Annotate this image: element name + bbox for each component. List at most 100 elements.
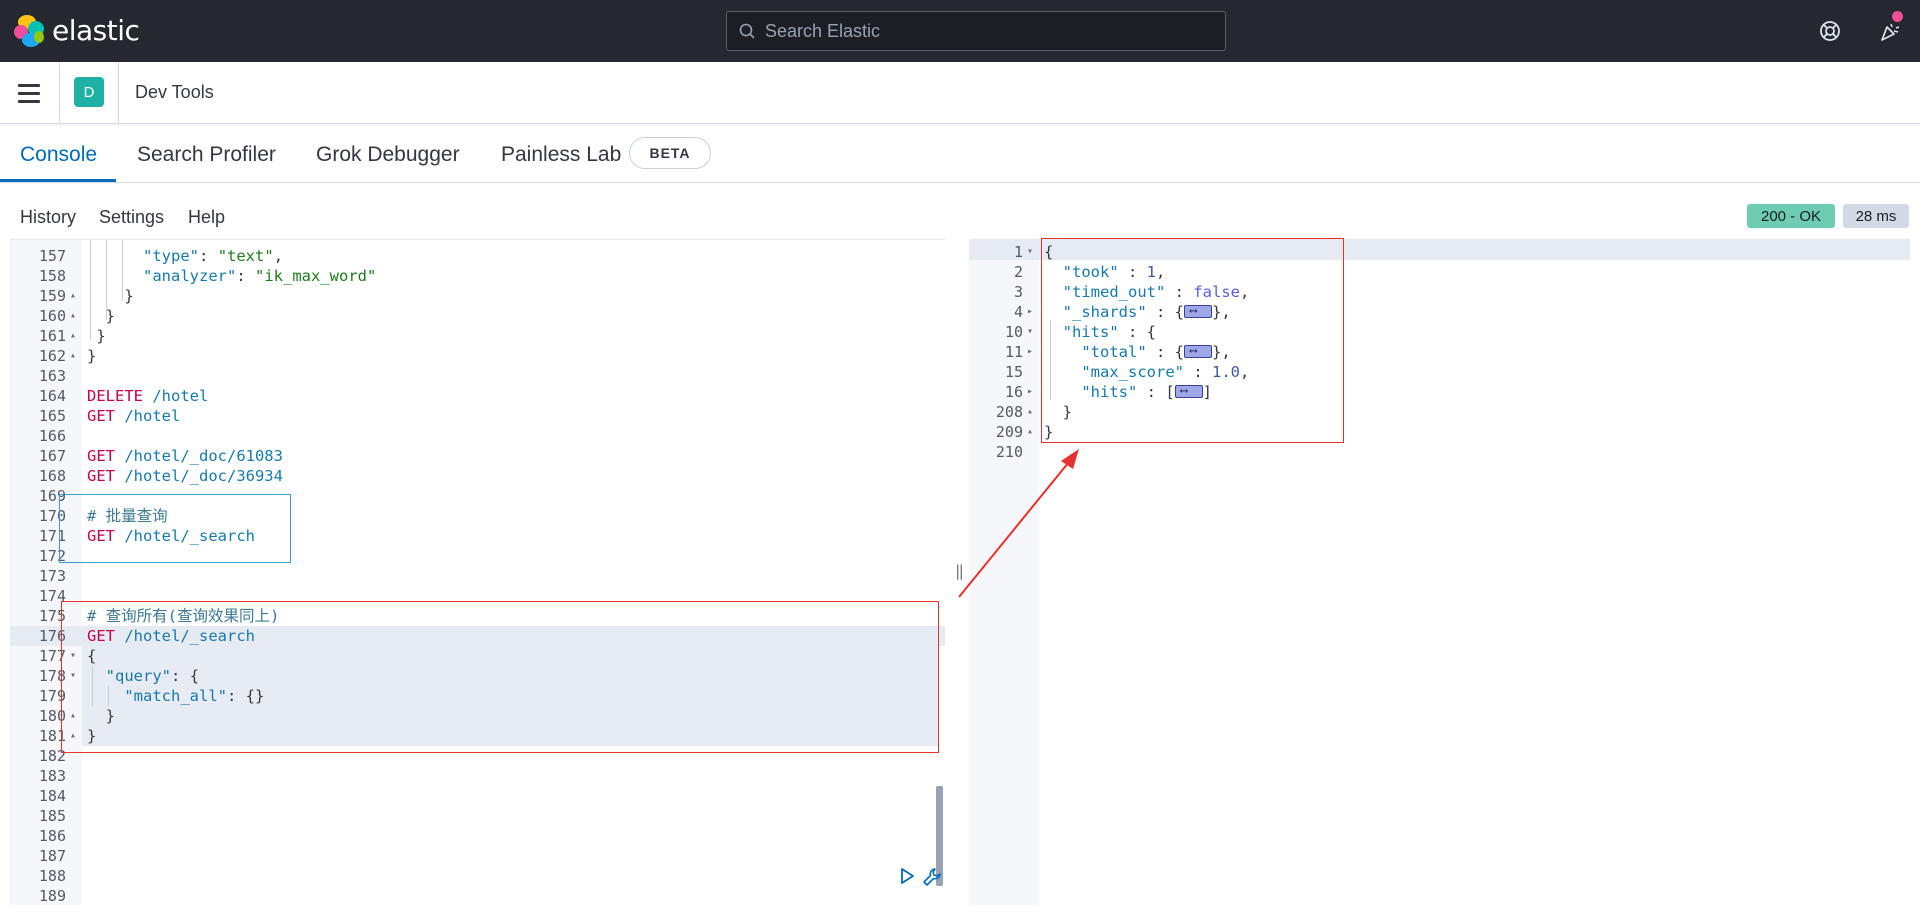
- news-feed-button[interactable]: [1876, 11, 1904, 45]
- fold-toggle-icon[interactable]: ▴: [1027, 422, 1037, 442]
- code-line[interactable]: 161 ▴ }: [10, 326, 945, 346]
- code-line[interactable]: 184: [10, 786, 945, 806]
- tab-search-profiler[interactable]: Search Profiler: [137, 143, 276, 167]
- code-line[interactable]: 162 ▴}: [10, 346, 945, 366]
- code-text: {: [87, 647, 97, 665]
- fold-toggle-icon[interactable]: ▴: [70, 306, 80, 326]
- took-value: 1: [1146, 263, 1157, 281]
- code-line[interactable]: 187: [10, 846, 945, 866]
- code-line[interactable]: 174: [10, 586, 945, 606]
- output-line: 16▸ "hits" : []: [969, 381, 1910, 402]
- code-line[interactable]: 173: [10, 566, 945, 586]
- search-icon: [739, 23, 755, 39]
- line-number: 179: [38, 687, 66, 705]
- code-text: "query": {: [105, 667, 200, 685]
- code-line[interactable]: 163: [10, 366, 945, 386]
- code-line[interactable]: 169: [10, 486, 945, 506]
- code-line[interactable]: 160 ▴ }: [10, 306, 945, 326]
- code-line[interactable]: 158 "analyzer": "ik_max_word": [10, 266, 945, 286]
- space-avatar[interactable]: D: [74, 77, 104, 107]
- code-line[interactable]: 179 "match_all": {}: [10, 686, 945, 706]
- line-number: 189: [38, 887, 66, 905]
- line-number: 188: [38, 867, 66, 885]
- code-line[interactable]: 177 ▾ {: [10, 646, 945, 666]
- wrench-icon[interactable]: [922, 867, 942, 887]
- play-icon[interactable]: [898, 867, 916, 885]
- elastic-logo-icon: [14, 14, 46, 47]
- line-number: 3: [1013, 283, 1023, 301]
- help-link[interactable]: Help: [188, 207, 225, 228]
- code-text: }: [96, 327, 106, 345]
- fold-toggle-icon[interactable]: ▴: [1027, 402, 1037, 422]
- code-line[interactable]: 165 GET /hotel: [10, 406, 945, 426]
- code-line[interactable]: 181 ▴}: [10, 726, 945, 746]
- line-number: 180: [38, 707, 66, 725]
- output-line: 2 "took" : 1,: [969, 262, 1910, 282]
- code-line[interactable]: 183: [10, 766, 945, 786]
- breadcrumb-title: Dev Tools: [135, 82, 214, 102]
- code-line[interactable]: 178 ▾ "query": {: [10, 666, 945, 686]
- output-line: 208 ▴ }: [969, 402, 1910, 422]
- help-button[interactable]: [1816, 17, 1844, 45]
- fold-toggle-icon[interactable]: ▴: [70, 326, 80, 346]
- code-line[interactable]: 175 # 查询所有(查询效果同上): [10, 606, 945, 626]
- line-number: 160: [38, 307, 66, 325]
- code-line[interactable]: 171 GET /hotel/_search: [10, 526, 945, 546]
- settings-link[interactable]: Settings: [99, 207, 164, 228]
- menu-toggle-button[interactable]: [18, 80, 44, 106]
- code-line[interactable]: 186: [10, 826, 945, 846]
- fold-toggle-icon[interactable]: ▾: [70, 666, 80, 686]
- brand-name: elastic: [52, 14, 140, 47]
- code-line[interactable]: 159 ▴ }: [10, 286, 945, 306]
- code-line[interactable]: 166: [10, 426, 945, 446]
- output-text: "max_score" : 1.0,: [1081, 363, 1250, 381]
- line-number: 170: [38, 507, 66, 525]
- line-number: 175: [38, 607, 66, 625]
- code-text: GET /hotel/_doc/61083: [87, 447, 283, 465]
- global-search[interactable]: [726, 11, 1226, 51]
- collapsed-fold-icon[interactable]: [1174, 381, 1203, 401]
- tab-console[interactable]: Console: [20, 143, 97, 167]
- collapsed-fold-icon[interactable]: [1183, 341, 1212, 361]
- output-line: 210: [969, 442, 1910, 462]
- fold-toggle-icon[interactable]: ▾: [70, 646, 80, 666]
- code-line[interactable]: 172: [10, 546, 945, 566]
- code-line[interactable]: 157 "type": "text",: [10, 246, 945, 266]
- code-line[interactable]: 164 DELETE /hotel: [10, 386, 945, 406]
- tab-grok-debugger[interactable]: Grok Debugger: [316, 143, 460, 167]
- elastic-logo[interactable]: elastic: [14, 14, 140, 47]
- output-line: 3 "timed_out" : false,: [969, 282, 1910, 302]
- code-line[interactable]: 182: [10, 746, 945, 766]
- fold-toggle-icon[interactable]: ▾: [1027, 242, 1037, 262]
- code-line[interactable]: 189: [10, 886, 945, 905]
- code-line[interactable]: 167 GET /hotel/_doc/61083: [10, 446, 945, 466]
- fold-toggle-icon[interactable]: ▾: [1027, 322, 1037, 342]
- search-input[interactable]: [765, 20, 1205, 42]
- output-text: "_shards" : {},: [1044, 301, 1231, 322]
- output-text: }: [1044, 403, 1072, 421]
- collapsed-fold-icon[interactable]: [1184, 301, 1212, 321]
- tab-painless-lab[interactable]: Painless Lab: [501, 143, 621, 167]
- code-line[interactable]: 176 GET /hotel/_search: [10, 626, 945, 646]
- fold-toggle-icon[interactable]: ▸: [1027, 302, 1037, 322]
- fold-toggle-icon[interactable]: ▸: [1027, 342, 1037, 362]
- request-editor[interactable]: 157 "type": "text", 158 "analyzer": "ik_m…: [10, 239, 945, 905]
- code-line[interactable]: 168 GET /hotel/_doc/36934: [10, 466, 945, 486]
- code-line[interactable]: 180 ▴ }: [10, 706, 945, 726]
- fold-toggle-icon[interactable]: ▴: [70, 346, 80, 366]
- fold-toggle-icon[interactable]: ▴: [70, 726, 80, 746]
- history-link[interactable]: History: [20, 207, 76, 228]
- fold-toggle-icon[interactable]: ▸: [1027, 382, 1037, 402]
- output-line: 4▸ "_shards" : {},: [969, 301, 1910, 322]
- breadcrumb-bar: D Dev Tools: [0, 62, 1920, 124]
- fold-toggle-icon[interactable]: ▴: [70, 706, 80, 726]
- line-number: 16: [1004, 383, 1023, 401]
- line-number: 177: [38, 647, 66, 665]
- code-text: }: [105, 307, 116, 325]
- line-number: 159: [38, 287, 66, 305]
- code-line[interactable]: 170 # 批量查询: [10, 506, 945, 526]
- fold-toggle-icon[interactable]: ▴: [70, 286, 80, 306]
- code-line[interactable]: 185: [10, 806, 945, 826]
- code-text: "analyzer": "ik_max_word": [143, 267, 377, 285]
- code-line[interactable]: 188: [10, 866, 945, 886]
